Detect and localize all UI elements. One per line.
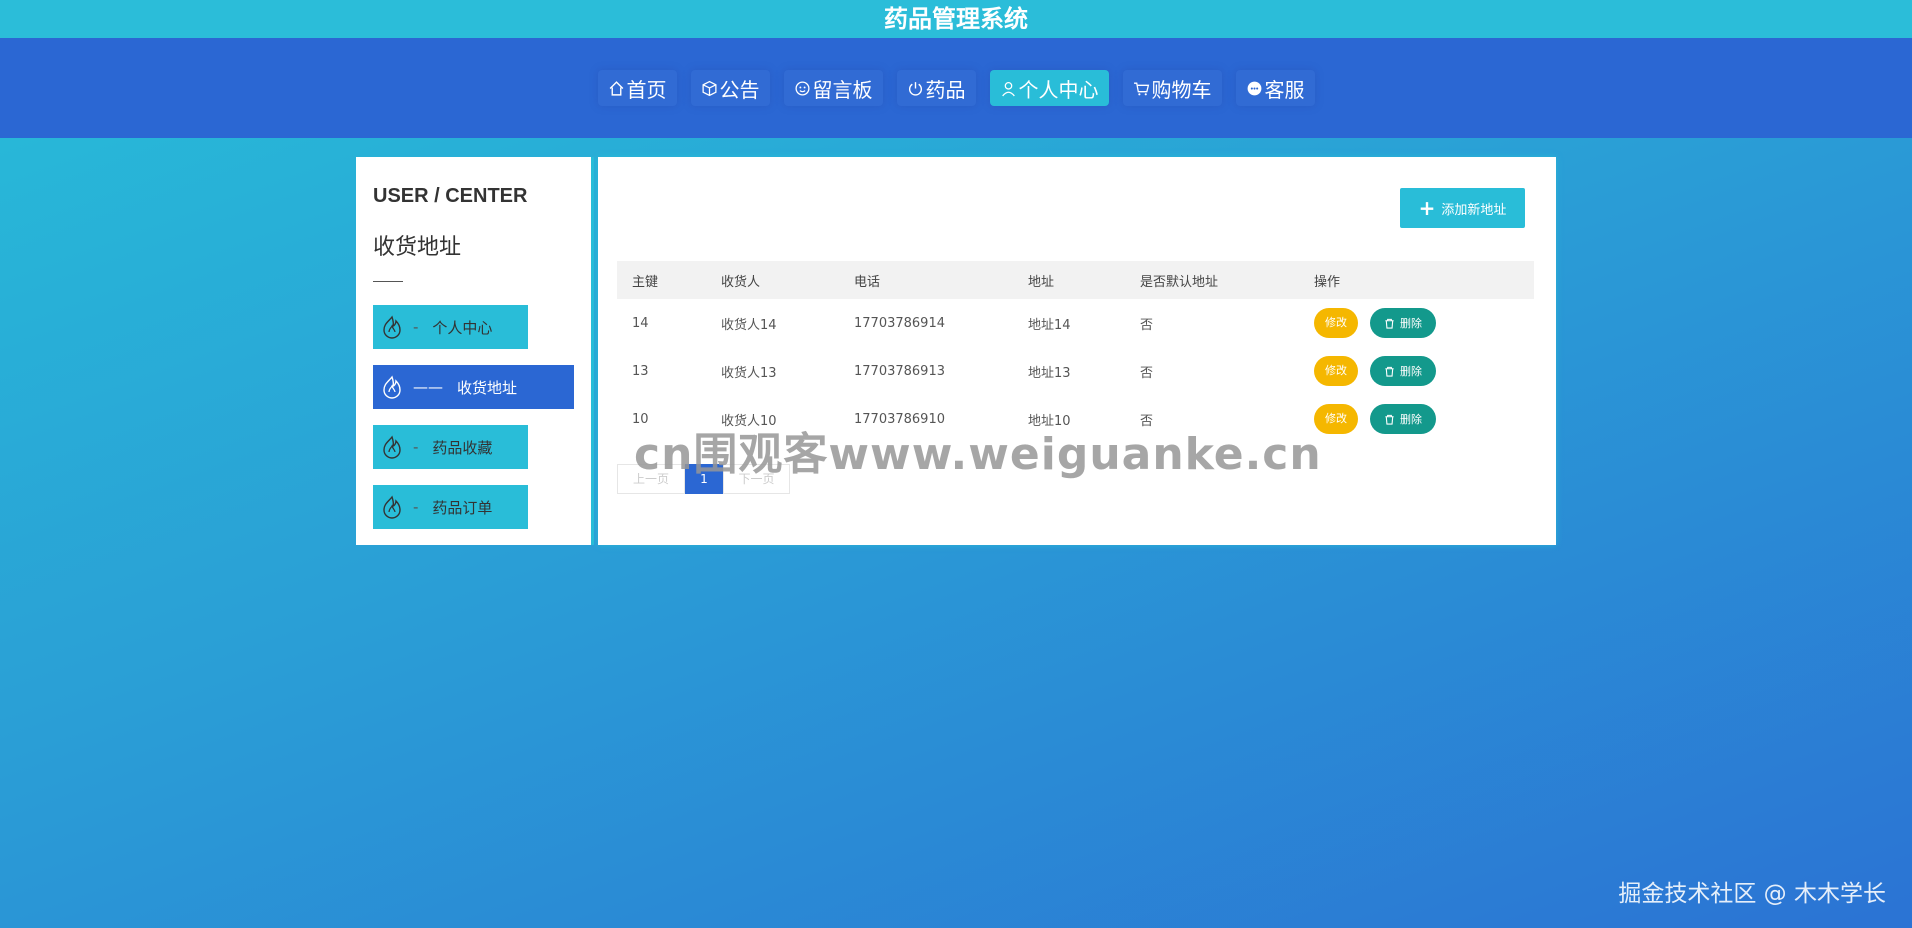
- address-table: 主键 收货人 电话 地址 是否默认地址 操作 14 收货人14 17703786…: [617, 261, 1534, 443]
- nav-item-home[interactable]: 首页: [598, 70, 677, 106]
- menu-label: 药品收藏: [432, 438, 493, 457]
- user-icon: [1001, 81, 1015, 96]
- sidebar-heading: USER / CENTER: [373, 185, 528, 207]
- nav-item-customer-service[interactable]: 客服: [1236, 70, 1315, 106]
- nav-item-user-center[interactable]: 个人中心: [989, 70, 1109, 106]
- nav-label: 公告: [719, 77, 760, 102]
- nav-item-notice[interactable]: 公告: [691, 70, 770, 106]
- trash-icon: [1385, 366, 1394, 377]
- add-address-button[interactable]: + 添加新地址: [1400, 188, 1525, 228]
- app-title: 药品管理系统: [0, 0, 1912, 38]
- menu-dash: ——: [413, 378, 443, 396]
- flame-icon: [383, 435, 401, 459]
- nav-label: 药品: [925, 77, 966, 102]
- nav-label: 个人中心: [1018, 77, 1099, 102]
- cell-phone: 17703786914: [854, 315, 945, 331]
- delete-label: 删除: [1400, 365, 1422, 378]
- cell-name: 收货人13: [721, 365, 777, 381]
- cell-actions: 修改 删除: [1299, 299, 1534, 347]
- flame-icon: [383, 315, 401, 339]
- sidebar-item-shipping-address[interactable]: —— 收货地址: [373, 365, 574, 409]
- nav-item-cart[interactable]: 购物车: [1123, 70, 1222, 106]
- nav-label: 购物车: [1151, 77, 1212, 102]
- credit-watermark: 掘金技术社区 @ 木木学长: [1618, 881, 1886, 907]
- table-row: 14 收货人14 17703786914 地址14 否 修改 删除: [617, 299, 1534, 347]
- menu-label: 收货地址: [457, 378, 518, 397]
- home-icon: [609, 80, 623, 96]
- cell-id: 14: [632, 315, 649, 331]
- cell-address: 地址13: [1028, 365, 1071, 381]
- nav-item-message-board[interactable]: 留言板: [784, 70, 883, 106]
- user-center-sidebar: USER / CENTER 收货地址 - 个人中心 —— 收货地址 - 药品收藏…: [356, 157, 594, 545]
- table-header-row: 主键 收货人 电话 地址 是否默认地址 操作: [617, 261, 1534, 299]
- sidebar-item-medicine-orders[interactable]: - 药品订单: [373, 485, 528, 529]
- add-address-label: 添加新地址: [1441, 202, 1507, 218]
- flame-icon: [383, 495, 401, 519]
- box-icon: [701, 80, 717, 96]
- column-header: 主键: [617, 261, 706, 299]
- watermark-text: cn围观客www.weiguanke.cn: [634, 429, 1322, 480]
- cell-address: 地址14: [1028, 317, 1071, 333]
- cell-actions: 修改 删除: [1299, 395, 1534, 443]
- edit-button[interactable]: 修改: [1314, 356, 1358, 386]
- delete-button[interactable]: 删除: [1370, 404, 1436, 434]
- trash-icon: [1385, 414, 1394, 425]
- smile-icon: [794, 80, 810, 96]
- power-icon: [908, 81, 922, 96]
- cell-default: 否: [1140, 317, 1154, 333]
- cell-id: 13: [632, 363, 649, 379]
- nav-label: 客服: [1264, 77, 1305, 102]
- column-header: 地址: [1013, 261, 1125, 299]
- edit-button[interactable]: 修改: [1314, 308, 1358, 338]
- delete-button[interactable]: 删除: [1370, 308, 1436, 338]
- column-header: 是否默认地址: [1125, 261, 1299, 299]
- sidebar-divider: [373, 281, 403, 282]
- column-header: 收货人: [706, 261, 839, 299]
- nav-label: 首页: [626, 77, 667, 102]
- column-header: 操作: [1299, 261, 1534, 299]
- cell-name: 收货人14: [721, 317, 777, 333]
- delete-label: 删除: [1400, 317, 1422, 330]
- menu-dash: -: [413, 498, 419, 516]
- cart-icon: [1133, 82, 1149, 95]
- delete-label: 删除: [1400, 413, 1422, 426]
- cell-default: 否: [1140, 365, 1154, 381]
- cell-actions: 修改 删除: [1299, 347, 1534, 395]
- sidebar-subtitle: 收货地址: [373, 235, 462, 260]
- sidebar-item-personal-center[interactable]: - 个人中心: [373, 305, 528, 349]
- chat-icon: [1247, 81, 1261, 95]
- sidebar-item-medicine-favorites[interactable]: - 药品收藏: [373, 425, 528, 469]
- column-header: 电话: [839, 261, 1013, 299]
- address-panel: + 添加新地址 主键 收货人 电话 地址 是否默认地址 操作 14 收货人14 …: [598, 157, 1556, 545]
- flame-icon: [383, 375, 401, 399]
- trash-icon: [1385, 318, 1394, 329]
- top-nav: 首页 公告 留言板 药品 个人中心 购物车 客服: [0, 38, 1912, 138]
- plus-icon: +: [1418, 196, 1436, 220]
- delete-button[interactable]: 删除: [1370, 356, 1436, 386]
- menu-label: 药品订单: [432, 498, 493, 517]
- table-row: 13 收货人13 17703786913 地址13 否 修改 删除: [617, 347, 1534, 395]
- menu-label: 个人中心: [432, 318, 493, 337]
- menu-dash: -: [413, 438, 419, 456]
- nav-item-medicine[interactable]: 药品: [897, 70, 976, 106]
- menu-dash: -: [413, 318, 419, 336]
- nav-label: 留言板: [812, 77, 873, 102]
- cell-phone: 17703786913: [854, 363, 945, 379]
